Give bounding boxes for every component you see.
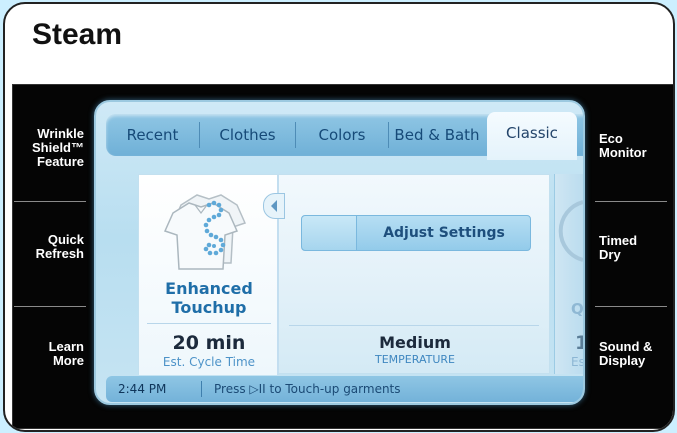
eco-monitor-label: Eco Monitor (599, 131, 647, 160)
adjust-settings-indicator (302, 216, 357, 250)
status-bar: 2:44 PM Press ▷II to Touch-up garments (106, 376, 583, 402)
cycle-time-label: Est. Cycle Time (162, 355, 256, 369)
timed-dry-button[interactable]: Timed Dry (599, 234, 677, 262)
quick-refresh-label: Quick Refresh (35, 232, 84, 261)
tab-recent[interactable]: Recent (106, 114, 199, 156)
adjust-settings-button[interactable]: Adjust Settings (301, 215, 531, 251)
learn-more-button[interactable]: Learn More (12, 340, 84, 368)
setting-divider (289, 325, 539, 326)
tab-bed-bath[interactable]: Bed & Bath (389, 114, 485, 156)
shirt-icon (163, 194, 247, 270)
learn-more-label: Learn More (48, 339, 84, 368)
timed-dry-label: Timed Dry (599, 233, 638, 262)
chevron-left-icon (271, 200, 277, 212)
page-title: Steam (32, 18, 123, 51)
temperature-value: Medium (379, 333, 451, 352)
wrinkle-shield-label: Wrinkle Shield™ Feature (31, 126, 84, 169)
cycle-name: Enhanced Touchup (139, 279, 279, 317)
right-divider-2 (595, 306, 667, 307)
cycle-content: Enhanced Touchup 20 min Est. Cycle Time … (138, 174, 550, 375)
cycle-time: 20 min (172, 332, 246, 354)
cycle-card[interactable]: Enhanced Touchup 20 min Est. Cycle Time (139, 175, 279, 375)
next-cycle-digit: 1 (575, 332, 583, 354)
tab-colors[interactable]: Colors (296, 114, 388, 156)
next-cycle-card[interactable]: Q 1 Est (554, 174, 585, 374)
right-divider-1 (595, 201, 667, 202)
left-divider-2 (14, 306, 86, 307)
previous-cycle-arrow[interactable] (263, 193, 285, 219)
cycle-name-line1: Enhanced (165, 279, 253, 298)
adjust-settings-label: Adjust Settings (383, 225, 505, 241)
sound-display-button[interactable]: Sound & Display (599, 340, 677, 368)
next-cycle-letter: Q (571, 300, 584, 318)
card-divider (147, 323, 271, 324)
left-divider-1 (14, 201, 86, 202)
wrinkle-shield-button[interactable]: Wrinkle Shield™ Feature (12, 127, 84, 169)
status-separator (201, 381, 202, 397)
tab-classic[interactable]: Classic (487, 112, 577, 160)
eco-monitor-button[interactable]: Eco Monitor (599, 132, 677, 160)
touch-screen: Recent Clothes Colors Bed & Bath Classic (94, 100, 585, 405)
tab-bar: Recent Clothes Colors Bed & Bath Classic (106, 112, 583, 160)
cycle-name-line2: Touchup (171, 298, 247, 317)
quick-refresh-button[interactable]: Quick Refresh (12, 233, 84, 261)
clock: 2:44 PM (118, 382, 167, 396)
next-cycle-sub: Est (571, 355, 585, 369)
tab-clothes[interactable]: Clothes (200, 114, 295, 156)
status-message: Press ▷II to Touch-up garments (214, 382, 401, 396)
temperature-label: TEMPERATURE (375, 353, 455, 366)
sound-display-label: Sound & Display (599, 339, 653, 368)
refresh-arc-icon (558, 200, 583, 262)
